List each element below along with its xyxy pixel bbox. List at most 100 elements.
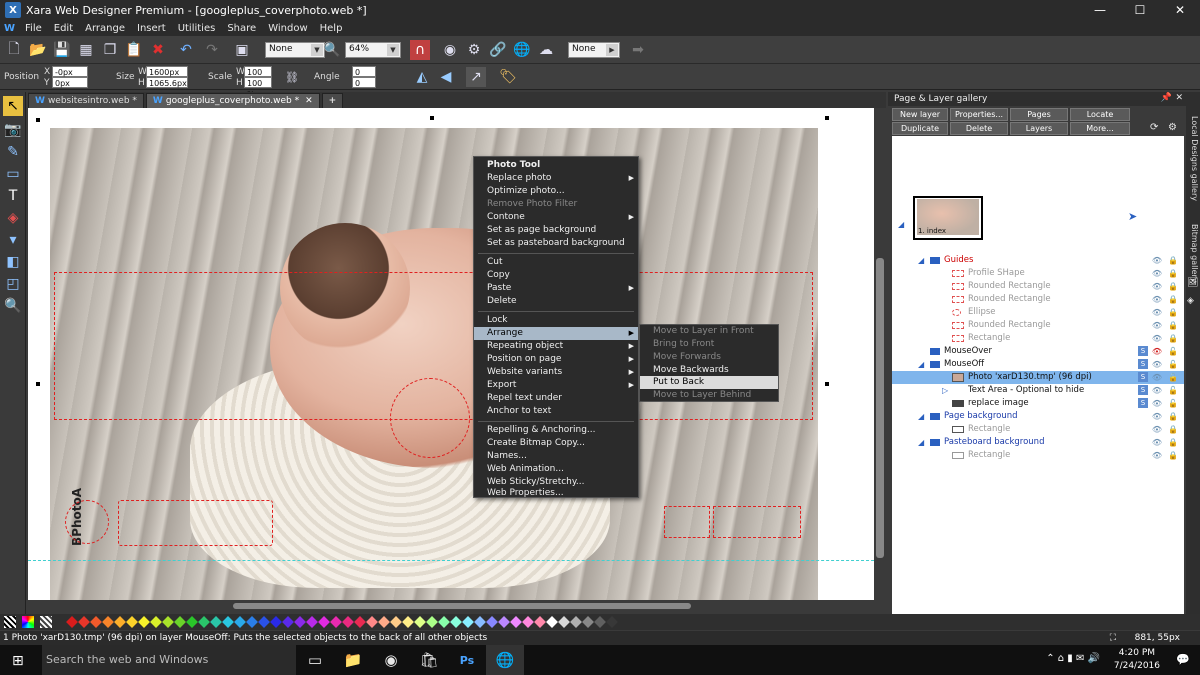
layer-row-page-background[interactable]: ◢ Page background 👁 🔒 <box>892 410 1184 423</box>
rectangle-tool-icon[interactable]: ▭ <box>3 164 23 184</box>
menu-item-optimize-photo[interactable]: Optimize photo... <box>474 185 638 198</box>
settings-icon[interactable]: ⚙ <box>1168 122 1177 133</box>
sticky-icon[interactable]: S <box>1138 398 1148 408</box>
refresh-icon[interactable]: ⟳ <box>1150 122 1158 133</box>
menu-item-repel-text-under[interactable]: Repel text under <box>474 392 638 405</box>
close-button[interactable]: ✕ <box>1160 0 1200 20</box>
width-field[interactable]: 1600px <box>146 66 188 77</box>
selector-tool-icon[interactable]: ↖ <box>3 96 23 116</box>
store-icon[interactable]: 🛍 <box>410 645 448 675</box>
menu-item-names[interactable]: Names... <box>474 450 638 463</box>
height-field[interactable]: 1065.6px <box>146 77 188 88</box>
color-swatch[interactable] <box>150 616 162 628</box>
lock-icon[interactable]: 🔒 <box>1168 423 1178 436</box>
layer-row-mouseoff[interactable]: ◢ MouseOff S 👁 🔓 <box>892 358 1184 371</box>
object-row-selected-photo[interactable]: Photo 'xarD130.tmp' (96 dpi) S 👁 🔓 <box>892 371 1184 384</box>
layer-row-mouseover[interactable]: MouseOver S 👁 🔓 <box>892 345 1184 358</box>
menu-item-replace-photo[interactable]: Replace photo ▶ <box>474 172 638 185</box>
color-swatch[interactable] <box>126 616 138 628</box>
scale-lines-icon[interactable]: ↗ <box>466 67 486 87</box>
taskbar-clock[interactable]: 4:20 PM 7/24/2016 <box>1114 647 1160 673</box>
arrow-right-icon[interactable]: ➡ <box>628 40 648 60</box>
flip-vertical-icon[interactable]: ◀ <box>436 67 456 87</box>
color-swatch[interactable] <box>354 616 366 628</box>
color-swatch[interactable] <box>66 616 78 628</box>
color-swatch[interactable] <box>486 616 498 628</box>
object-row[interactable]: Rounded Rectangle 👁 🔒 <box>892 319 1184 332</box>
menu-window[interactable]: Window <box>262 23 313 34</box>
menu-utilities[interactable]: Utilities <box>172 23 222 34</box>
add-tab-button[interactable]: + <box>321 93 344 108</box>
minimize-button[interactable]: — <box>1080 0 1120 20</box>
visible-eye-icon[interactable]: 👁 <box>1152 267 1162 280</box>
selection-handle[interactable] <box>36 382 40 386</box>
redo-icon[interactable]: ↷ <box>202 40 222 60</box>
horizontal-scrollbar[interactable] <box>28 600 886 612</box>
new-document-icon[interactable]: 🗋 <box>4 40 24 60</box>
lock-icon[interactable]: 🔒 <box>1168 410 1178 423</box>
menu-item-lock[interactable]: Lock <box>474 314 638 327</box>
lock-icon[interactable]: 🔒 <box>1168 449 1178 462</box>
pin-icon[interactable]: 📌 <box>1161 93 1172 103</box>
menu-item-copy[interactable]: Copy <box>474 269 638 282</box>
gallery-close-icon[interactable]: ✕ <box>1175 93 1183 103</box>
link-icon[interactable]: 🔗 <box>488 40 508 60</box>
color-swatch[interactable] <box>318 616 330 628</box>
menu-item-create-bitmap-copy[interactable]: Create Bitmap Copy... <box>474 437 638 450</box>
color-swatch[interactable] <box>186 616 198 628</box>
visible-eye-icon[interactable]: 👁 <box>1152 358 1162 371</box>
visible-eye-icon[interactable]: 👁 <box>1152 319 1162 332</box>
color-swatch[interactable] <box>270 616 282 628</box>
lock-icon[interactable]: 🔒 <box>1168 293 1178 306</box>
menu-item-arrange[interactable]: Arrange ▶ <box>474 327 638 340</box>
menu-item-repelling-anchoring[interactable]: Repelling & Anchoring... <box>474 424 638 437</box>
visible-eye-icon[interactable]: 👁 <box>1152 293 1162 306</box>
color-swatch[interactable] <box>306 616 318 628</box>
selection-handle[interactable] <box>36 118 40 122</box>
color-swatch[interactable] <box>114 616 126 628</box>
lock-icon[interactable]: 🔒 <box>1168 280 1178 293</box>
zoom-tool-icon[interactable]: 🔍 <box>3 296 23 316</box>
object-row[interactable]: Ellipse 👁 🔒 <box>892 306 1184 319</box>
lock-aspect-icon[interactable]: ⛓ <box>282 67 302 87</box>
color-swatch[interactable] <box>582 616 594 628</box>
lock-icon[interactable]: 🔒 <box>1168 319 1178 332</box>
globe-icon[interactable]: 🌐 <box>512 40 532 60</box>
visible-eye-icon[interactable]: 👁 <box>1152 306 1162 319</box>
color-picker-icon[interactable] <box>22 616 34 628</box>
hidden-eye-icon[interactable]: 👁 <box>1152 345 1162 358</box>
visible-eye-icon[interactable]: 👁 <box>1152 397 1162 410</box>
menu-file[interactable]: File <box>19 23 48 34</box>
copy-icon[interactable]: ❐ <box>100 40 120 60</box>
color-swatch[interactable] <box>570 616 582 628</box>
lock-icon[interactable]: 🔒 <box>1168 254 1178 267</box>
more-button[interactable]: More... <box>1070 122 1130 135</box>
scale-height-field[interactable]: 100 % <box>244 77 272 99</box>
delete-icon[interactable]: ✖ <box>148 40 168 60</box>
color-swatch[interactable] <box>102 616 114 628</box>
windows-start-icon[interactable]: ⊞ <box>12 653 24 669</box>
snap-magnet-icon[interactable]: ∩ <box>410 40 430 60</box>
color-swatch[interactable] <box>234 616 246 628</box>
horizontal-scroll-thumb[interactable] <box>233 603 691 609</box>
save-icon[interactable]: 💾 <box>52 40 72 60</box>
layer-row-guides[interactable]: ◢ Guides 👁 🔒 <box>892 254 1184 267</box>
photo-tool-icon[interactable]: 📷 <box>3 120 23 140</box>
color-swatch[interactable] <box>174 616 186 628</box>
maximize-button[interactable]: ☐ <box>1120 0 1160 20</box>
object-row[interactable]: ▷ Text Area - Optional to hide S 👁 🔓 <box>892 384 1184 397</box>
chrome-icon[interactable]: ◉ <box>372 645 410 675</box>
y-field[interactable]: 0px <box>52 77 88 88</box>
x-field[interactable]: -0px <box>52 66 88 77</box>
file-explorer-icon[interactable]: 📁 <box>334 645 372 675</box>
color-swatch[interactable] <box>366 616 378 628</box>
no-color-swatch[interactable] <box>4 616 16 628</box>
menu-item-position-on-page[interactable]: Position on page ▶ <box>474 353 638 366</box>
lock-icon[interactable]: 🔓 <box>1168 358 1178 371</box>
new-layer-button[interactable]: New layer <box>892 108 948 121</box>
menu-item-photo-tool[interactable]: Photo Tool <box>474 159 638 172</box>
color-swatch[interactable] <box>210 616 222 628</box>
tab-close-icon[interactable]: ✕ <box>305 96 313 106</box>
side-tab-local-designs[interactable]: Local Designs gallery <box>1187 108 1199 208</box>
page-expand-icon[interactable]: ◢ <box>898 220 904 229</box>
